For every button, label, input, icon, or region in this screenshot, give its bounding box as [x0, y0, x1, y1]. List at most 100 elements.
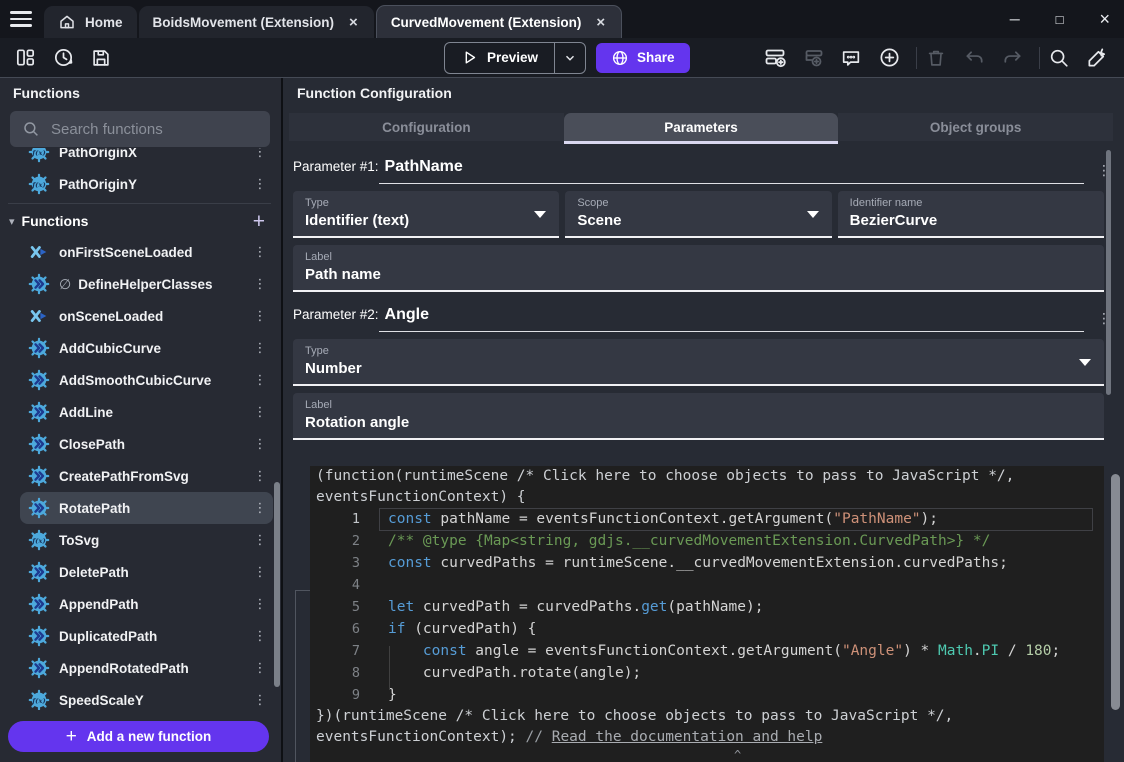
type-select[interactable]: Type Number	[293, 339, 1104, 386]
magic-pen-icon[interactable]	[1084, 45, 1110, 71]
add-new-function-button[interactable]: + Add a new function	[8, 721, 269, 752]
maximize-icon[interactable]: □	[1056, 13, 1064, 26]
javascript-code-editor[interactable]: (function(runtimeScene /* Click here to …	[310, 466, 1104, 762]
parameter-name-field[interactable]: Angle	[379, 306, 1084, 332]
code-line[interactable]: 5let curvedPath = curvedPaths.get(pathNa…	[310, 596, 1104, 618]
parameters-scrollbar[interactable]	[1106, 150, 1111, 395]
kebab-menu-icon[interactable]: ⋮	[253, 533, 267, 548]
function-list-item[interactable]: CreatePathFromSvg⋮	[20, 460, 273, 492]
kebab-menu-icon[interactable]: ⋮	[253, 437, 267, 452]
function-list-item[interactable]: f(x)ToSvg⋮	[20, 524, 273, 556]
code-line[interactable]: 6if (curvedPath) {	[310, 618, 1104, 640]
redo-icon[interactable]	[999, 45, 1025, 71]
code-line[interactable]: 7 const angle = eventsFunctionContext.ge…	[310, 640, 1104, 662]
sidebar-scrollbar[interactable]	[274, 482, 280, 687]
code-lines[interactable]: 1const pathName = eventsFunctionContext.…	[310, 508, 1104, 706]
function-list-item[interactable]: f(x)PathOriginX⋮	[20, 148, 273, 168]
tab-home[interactable]: Home	[44, 6, 137, 38]
indent-guide	[389, 646, 390, 690]
function-list-item[interactable]: AddCubicCurve⋮	[20, 332, 273, 364]
function-list-item[interactable]: DuplicatedPath⋮	[20, 620, 273, 652]
kebab-menu-icon[interactable]: ⋮	[253, 565, 267, 580]
tab-object-groups[interactable]: Object groups	[838, 113, 1113, 141]
tab-curvedmovement[interactable]: CurvedMovement (Extension) ×	[376, 5, 622, 38]
close-tab-icon[interactable]: ×	[347, 14, 360, 31]
function-list-item[interactable]: DeletePath⋮	[20, 556, 273, 588]
type-select[interactable]: Type Identifier (text)	[293, 191, 559, 238]
tab-boidsmovement[interactable]: BoidsMovement (Extension) ×	[139, 6, 374, 38]
kebab-menu-icon[interactable]: ⋮	[253, 693, 267, 708]
circle-plus-icon[interactable]	[876, 45, 902, 71]
identifier-name-field[interactable]: Identifier name BezierCurve	[838, 191, 1104, 238]
kebab-menu-icon[interactable]: ⋮	[253, 661, 267, 676]
code-line[interactable]: 9}	[310, 684, 1104, 706]
function-list-item[interactable]: ClosePath⋮	[20, 428, 273, 460]
toolbar: Preview Share	[0, 38, 1124, 78]
kebab-menu-icon[interactable]: ⋮	[253, 597, 267, 612]
kebab-menu-icon[interactable]: ⋮	[1094, 163, 1114, 179]
chevron-down-icon	[563, 51, 577, 65]
search-icon	[22, 120, 40, 138]
label-field[interactable]: Label Rotation angle	[293, 393, 1104, 440]
preview-dropdown-button[interactable]	[554, 43, 585, 73]
code-line[interactable]: 2/** @type {Map<string, gdjs.__curvedMov…	[310, 530, 1104, 552]
code-wrapper-line[interactable]: (function(runtimeScene /* Click here to …	[310, 466, 1104, 487]
tab-configuration[interactable]: Configuration	[289, 113, 564, 141]
kebab-menu-icon[interactable]: ⋮	[253, 341, 267, 356]
kebab-menu-icon[interactable]: ⋮	[253, 309, 267, 324]
line-number: 7	[310, 643, 360, 659]
code-line[interactable]: 1const pathName = eventsFunctionContext.…	[310, 508, 1104, 530]
tab-parameters[interactable]: Parameters	[564, 113, 839, 141]
function-list-item[interactable]: onFirstSceneLoaded⋮	[20, 236, 273, 268]
documentation-link[interactable]: Read the documentation and help	[552, 729, 823, 745]
preview-button[interactable]: Preview	[445, 43, 554, 73]
kebab-menu-icon[interactable]: ⋮	[253, 148, 267, 160]
code-line[interactable]: 3const curvedPaths = runtimeScene.__curv…	[310, 552, 1104, 574]
code-line[interactable]: 8 curvedPath.rotate(angle);	[310, 662, 1104, 684]
function-list-item[interactable]: onSceneLoaded⋮	[20, 300, 273, 332]
save-icon[interactable]	[88, 45, 114, 71]
hamburger-menu-icon[interactable]	[10, 11, 32, 27]
undo-icon[interactable]	[961, 45, 987, 71]
close-window-icon[interactable]: ×	[1099, 10, 1110, 28]
label-field[interactable]: Label Path name	[293, 245, 1104, 292]
search-icon[interactable]	[1046, 45, 1072, 71]
function-list-item[interactable]: RotatePath⋮	[20, 492, 273, 524]
kebab-menu-icon[interactable]: ⋮	[253, 405, 267, 420]
kebab-menu-icon[interactable]: ⋮	[1094, 311, 1114, 327]
functions-section-header[interactable]: ▾ Functions +	[0, 206, 281, 236]
function-list-item[interactable]: AppendPath⋮	[20, 588, 273, 620]
kebab-menu-icon[interactable]: ⋮	[253, 469, 267, 484]
events-scrollbar[interactable]	[1111, 474, 1120, 710]
code-wrapper-line[interactable]: })(runtimeScene /* Click here to choose …	[310, 706, 1104, 727]
scope-select[interactable]: Scope Scene	[565, 191, 831, 238]
parameter-name-field[interactable]: PathName	[379, 158, 1084, 184]
svg-text:f(x): f(x)	[31, 537, 46, 545]
history-icon[interactable]	[50, 45, 76, 71]
function-list-item[interactable]: AddLine⋮	[20, 396, 273, 428]
function-list-item[interactable]: f(x)PathOriginY⋮	[20, 168, 273, 200]
code-line[interactable]: 4	[310, 574, 1104, 596]
delete-icon[interactable]	[923, 45, 949, 71]
kebab-menu-icon[interactable]: ⋮	[253, 245, 267, 260]
minimize-icon[interactable]: ─	[1010, 12, 1020, 26]
search-functions-input[interactable]	[49, 120, 253, 139]
kebab-menu-icon[interactable]: ⋮	[253, 373, 267, 388]
add-subevent-icon[interactable]	[800, 45, 826, 71]
add-comment-icon[interactable]	[838, 45, 864, 71]
kebab-menu-icon[interactable]: ⋮	[253, 629, 267, 644]
kebab-menu-icon[interactable]: ⋮	[253, 177, 267, 192]
search-functions-box[interactable]	[10, 111, 270, 147]
function-list-item[interactable]: AddSmoothCubicCurve⋮	[20, 364, 273, 396]
share-button[interactable]: Share	[596, 43, 690, 73]
add-function-plus-icon[interactable]: +	[253, 211, 265, 232]
project-manager-icon[interactable]	[12, 45, 38, 71]
add-event-icon[interactable]	[762, 45, 788, 71]
kebab-menu-icon[interactable]: ⋮	[253, 501, 267, 516]
function-list-item[interactable]: f(x)SpeedScaleY⋮	[20, 684, 273, 710]
function-list-item[interactable]: AppendRotatedPath⋮	[20, 652, 273, 684]
close-tab-icon[interactable]: ×	[594, 14, 607, 31]
collapse-arrow-icon[interactable]: ▾	[9, 215, 15, 228]
function-list-item[interactable]: ∅DefineHelperClasses⋮	[20, 268, 273, 300]
kebab-menu-icon[interactable]: ⋮	[253, 277, 267, 292]
